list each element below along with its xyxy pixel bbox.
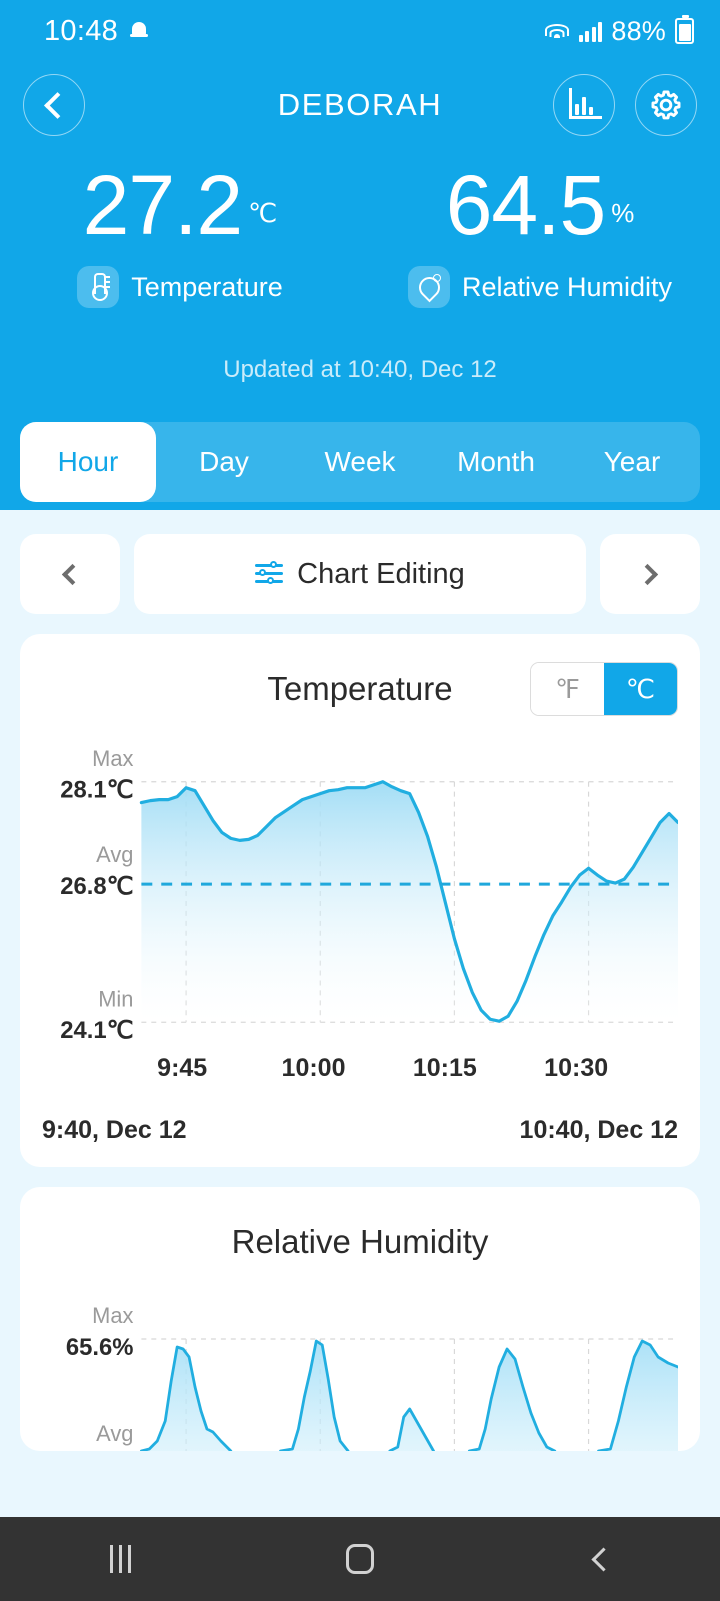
humidity-card-header: Relative Humidity bbox=[42, 1213, 678, 1271]
status-bar-clock: 10:48 bbox=[44, 14, 119, 47]
humidity-max-label: Max bbox=[92, 1303, 133, 1328]
app-header: 10:48 88% DEBORAH 27.2 ℃ Temperature 64.… bbox=[0, 0, 720, 510]
temperature-chart: Max 28.1℃ Avg 26.8℃ Min 24.1℃ 9:45 10:00… bbox=[42, 740, 678, 1145]
humidity-area bbox=[141, 1341, 678, 1452]
temperature-min-value: 24.1℃ bbox=[60, 1017, 133, 1044]
tab-hour[interactable]: Hour bbox=[20, 422, 156, 502]
x-tick-1000: 10:00 bbox=[281, 1054, 346, 1083]
tab-year[interactable]: Year bbox=[564, 422, 700, 502]
chevron-left-icon bbox=[61, 563, 84, 585]
humidity-chart: Max 65.6% Avg bbox=[42, 1301, 678, 1452]
temperature-min-label: Min bbox=[98, 986, 133, 1011]
recents-button[interactable] bbox=[60, 1517, 180, 1601]
reading-humidity: 64.5% Relative Humidity bbox=[360, 162, 720, 308]
range-tab-bar: Hour Day Week Month Year bbox=[20, 422, 700, 502]
tab-day[interactable]: Day bbox=[156, 422, 292, 502]
humidity-unit: % bbox=[611, 198, 635, 228]
humidity-avg-label: Avg bbox=[96, 1421, 133, 1446]
temperature-unit: ℃ bbox=[248, 198, 278, 228]
back-button[interactable] bbox=[23, 74, 85, 136]
home-icon bbox=[346, 1544, 374, 1574]
title-bar: DEBORAH bbox=[0, 62, 720, 148]
humidity-droplet-icon bbox=[407, 266, 450, 308]
previous-period-button[interactable] bbox=[20, 534, 120, 614]
status-bar-left: 10:48 bbox=[44, 14, 149, 48]
temperature-card-header: Temperature ℉ ℃ bbox=[42, 660, 678, 718]
humidity-value: 64.5 bbox=[445, 158, 606, 252]
system-back-button[interactable] bbox=[540, 1517, 660, 1601]
temperature-avg-value: 26.8℃ bbox=[60, 873, 133, 900]
home-button[interactable] bbox=[300, 1517, 420, 1601]
content-area: Chart Editing Temperature ℉ ℃ Max 28.1℃ … bbox=[0, 510, 720, 1601]
status-bar-right: 88% bbox=[544, 15, 694, 47]
recents-icon bbox=[109, 1545, 131, 1573]
temperature-card: Temperature ℉ ℃ Max 28.1℃ Avg 26.8℃ Min … bbox=[20, 634, 700, 1168]
gear-icon bbox=[651, 90, 681, 120]
temperature-x-axis: 9:45 10:00 10:15 10:30 bbox=[142, 1054, 678, 1094]
temperature-range-footer: 9:40, Dec 12 10:40, Dec 12 bbox=[42, 1116, 678, 1145]
temperature-label: Temperature bbox=[131, 271, 283, 302]
temperature-area bbox=[141, 781, 678, 1023]
reading-temperature: 27.2 ℃ Temperature bbox=[0, 162, 360, 308]
chart-editing-button[interactable]: Chart Editing bbox=[134, 534, 586, 614]
back-icon bbox=[590, 1546, 616, 1572]
settings-button[interactable] bbox=[635, 74, 697, 136]
temperature-max-label: Max bbox=[92, 746, 133, 771]
x-tick-1030: 10:30 bbox=[544, 1054, 609, 1083]
temperature-label-row: Temperature bbox=[0, 266, 360, 308]
status-bar: 10:48 88% bbox=[0, 0, 720, 62]
page-title: DEBORAH bbox=[277, 87, 443, 122]
temperature-max-value: 28.1℃ bbox=[60, 777, 133, 804]
humidity-label-row: Relative Humidity bbox=[360, 266, 720, 308]
next-period-button[interactable] bbox=[600, 534, 700, 614]
wifi-icon bbox=[544, 21, 570, 41]
temperature-chart-title: Temperature bbox=[267, 670, 453, 707]
chevron-left-icon bbox=[43, 91, 71, 119]
x-tick-1015: 10:15 bbox=[412, 1054, 477, 1083]
tab-week[interactable]: Week bbox=[292, 422, 428, 502]
readings-row: 27.2 ℃ Temperature 64.5% Relative Humidit… bbox=[0, 162, 720, 308]
humidity-card: Relative Humidity Max 65.6% Avg bbox=[20, 1187, 700, 1452]
battery-percent-label: 88% bbox=[611, 15, 666, 46]
humidity-chart-title: Relative Humidity bbox=[231, 1223, 489, 1261]
humidity-chart-svg: Max 65.6% Avg bbox=[66, 1303, 678, 1452]
tab-month[interactable]: Month bbox=[428, 422, 564, 502]
range-end-time: 10:40, Dec 12 bbox=[519, 1116, 678, 1145]
bell-icon bbox=[130, 21, 149, 41]
bar-chart-icon bbox=[569, 88, 602, 119]
range-start-time: 9:40, Dec 12 bbox=[42, 1116, 187, 1145]
thermometer-icon bbox=[77, 266, 120, 308]
chart-toolbar: Chart Editing bbox=[20, 510, 700, 614]
battery-icon bbox=[675, 15, 694, 44]
temperature-avg-label: Avg bbox=[96, 842, 133, 867]
humidity-max-value: 65.6% bbox=[66, 1334, 134, 1361]
chevron-right-icon bbox=[636, 563, 659, 585]
humidity-label: Relative Humidity bbox=[461, 271, 673, 302]
temperature-chart-svg: Max 28.1℃ Avg 26.8℃ Min 24.1℃ bbox=[60, 746, 678, 1044]
updated-timestamp: Updated at 10:40, Dec 12 bbox=[223, 356, 497, 383]
chart-editing-label: Chart Editing bbox=[297, 557, 465, 590]
unit-toggle: ℉ ℃ bbox=[530, 662, 678, 716]
signal-icon bbox=[578, 20, 603, 42]
unit-fahrenheit-option[interactable]: ℉ bbox=[531, 663, 604, 715]
x-tick-945: 9:45 bbox=[157, 1054, 208, 1083]
tune-sliders-icon bbox=[255, 561, 284, 586]
temperature-value: 27.2 bbox=[82, 158, 243, 252]
android-nav-bar bbox=[0, 1517, 720, 1601]
chart-view-button[interactable] bbox=[553, 74, 615, 136]
unit-celsius-option[interactable]: ℃ bbox=[604, 663, 677, 715]
